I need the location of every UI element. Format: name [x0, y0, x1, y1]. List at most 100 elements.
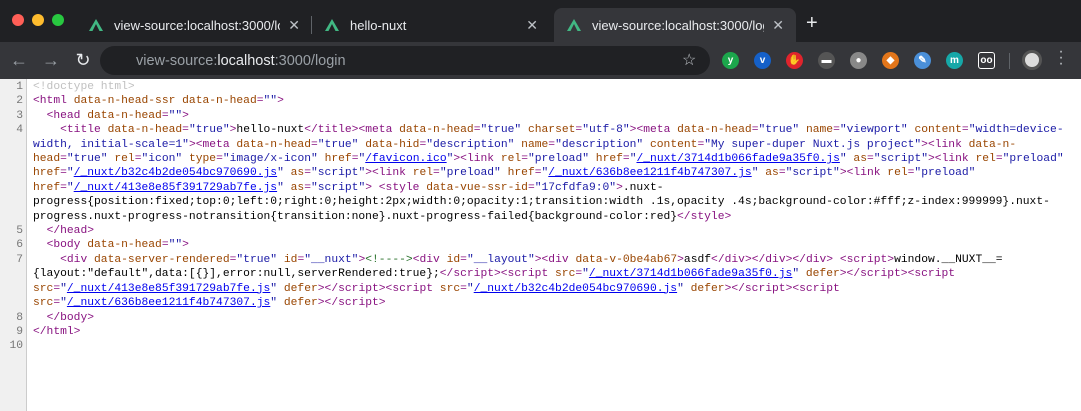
url-scheme: view-source:	[136, 52, 218, 69]
m-ext-icon[interactable]: m	[946, 52, 963, 69]
line-number: 4	[16, 124, 23, 137]
attribute-value-token: "17cfdfa9:0"	[534, 181, 617, 194]
window-controls	[12, 14, 64, 26]
source-line: 9 </html>	[0, 325, 1081, 339]
new-tab-button[interactable]: +	[806, 12, 818, 35]
minimize-window-button[interactable]	[32, 14, 44, 26]
line-code: <html data-n-head-ssr data-n-head="">	[27, 94, 1081, 108]
status-dot-icon[interactable]: ●	[850, 52, 867, 69]
source-line: 5 </head>	[0, 224, 1081, 238]
close-tab-icon[interactable]: ✕	[772, 17, 784, 34]
attribute-name-token: rel	[412, 167, 434, 180]
attribute-name-token: name	[799, 124, 834, 137]
attribute-value-token: "	[466, 282, 474, 295]
line-code: <title data-n-head="true">hello-nuxt</ti…	[27, 123, 1081, 224]
tag-token: </div></div></div> <script>	[711, 253, 895, 266]
view-source-content: 1 <!doctype html> 2 <html data-n-head-ssr d…	[0, 79, 1081, 411]
line-code: </head>	[27, 224, 1081, 238]
source-line: 4 <title data-n-head="true">hello-nuxt</…	[0, 123, 1081, 224]
attribute-name-token: defer	[277, 297, 318, 310]
attribute-value-token: "script"	[785, 167, 840, 180]
source-line: 10	[0, 339, 1081, 353]
nuxt-logo-icon	[89, 19, 103, 31]
tag-token: ></script><script	[839, 268, 962, 281]
source-link[interactable]: /favicon.ico	[365, 153, 446, 165]
yoroi-icon[interactable]: y	[722, 52, 739, 69]
attribute-value-token: "	[677, 282, 684, 295]
attribute-name-token: as	[283, 181, 305, 194]
back-icon[interactable]: ←	[8, 50, 30, 71]
screenshot-icon[interactable]: ✎	[914, 52, 931, 69]
doctype-token: <!doctype html>	[33, 81, 135, 93]
equals-token: =	[995, 153, 1003, 166]
attribute-name-token: src	[33, 282, 54, 295]
attribute-value-token: "script"	[310, 181, 366, 194]
source-line: 8 </body>	[0, 311, 1081, 325]
tag-token: </head>	[46, 225, 95, 238]
line-code: <body data-n-head="">	[27, 238, 1081, 252]
tab-title: hello-nuxt	[350, 17, 407, 33]
line-code: <div data-server-rendered="true" id="__n…	[27, 253, 1081, 311]
attribute-name-token: defer	[799, 268, 840, 281]
tag-token: ><link	[839, 167, 888, 180]
attribute-name-token: charset	[521, 124, 576, 137]
zoom-window-button[interactable]	[52, 14, 64, 26]
tab-view-source-active[interactable]: view-source:localhost:3000/login ✕	[554, 8, 796, 42]
profile-avatar[interactable]	[1022, 50, 1042, 70]
attribute-name-token: href	[500, 167, 535, 180]
attribute-value-token: "__layout"	[466, 253, 535, 266]
line-number: 7	[16, 253, 23, 266]
attribute-value-token: "true"	[236, 253, 278, 266]
source-link[interactable]: /_nuxt/413e8e85f391729ab7fe.js	[74, 182, 277, 194]
tag-token: <head	[46, 109, 88, 122]
source-link[interactable]: /_nuxt/413e8e85f391729ab7fe.js	[67, 283, 270, 295]
reload-icon[interactable]: ↻	[72, 50, 94, 71]
tab-view-source-1[interactable]: view-source:localhost:3000/login ✕	[76, 8, 312, 42]
equals-token: =	[521, 153, 528, 166]
attribute-name-token: as	[283, 167, 305, 180]
source-link[interactable]: /_nuxt/b32c4b2de054bc970690.js	[474, 283, 677, 295]
attribute-name-token: rel	[975, 153, 996, 166]
attribute-name-token: content	[907, 124, 962, 137]
tag-token: </style>	[677, 210, 732, 223]
vimeo-icon[interactable]: v	[754, 52, 771, 69]
attribute-name-token: id	[446, 253, 461, 266]
source-link[interactable]: /_nuxt/3714d1b066fade9a35f0.js	[636, 153, 839, 165]
source-line: 1 <!doctype html>	[0, 80, 1081, 94]
source-link[interactable]: /_nuxt/636b8ee1211f4b747307.js	[548, 167, 751, 179]
attribute-name-token: src	[33, 297, 54, 310]
tab-hello-nuxt[interactable]: hello-nuxt ✕	[312, 8, 550, 42]
adblock-icon[interactable]: ✋	[786, 52, 803, 69]
incognito-ext-icon[interactable]: ▬	[818, 52, 835, 69]
attribute-value-token: "	[582, 268, 589, 281]
attribute-name-token: defer	[277, 282, 318, 295]
attribute-name-token: name	[514, 138, 549, 151]
close-tab-icon[interactable]: ✕	[526, 17, 538, 34]
forward-icon[interactable]: →	[40, 50, 62, 71]
source-link[interactable]: /_nuxt/b32c4b2de054bc970690.js	[74, 167, 277, 179]
metamask-icon[interactable]: ◆	[882, 52, 899, 69]
attribute-value-token: "	[277, 167, 284, 180]
equals-token: =	[778, 167, 786, 180]
attribute-name-token: data-n-head	[236, 138, 311, 151]
source-link[interactable]: /_nuxt/636b8ee1211f4b747307.js	[67, 297, 270, 309]
menu-kebab-icon[interactable]: · · ·	[1058, 44, 1064, 72]
close-tab-icon[interactable]: ✕	[288, 17, 300, 34]
browser-toolbar: ← → ↻ view-source: localhost:3000/login ☆…	[0, 42, 1081, 79]
attribute-value-token: "icon"	[141, 153, 183, 166]
attribute-value-token: ""	[168, 239, 183, 252]
line-code: <!doctype html>	[27, 80, 1081, 94]
line-number: 1	[16, 81, 23, 93]
attribute-value-token: "preload"	[1002, 153, 1064, 166]
bookmark-star-icon[interactable]: ☆	[682, 50, 696, 70]
equals-token: =	[527, 181, 535, 194]
close-window-button[interactable]	[12, 14, 24, 26]
source-link[interactable]: /_nuxt/3714d1b066fade9a35f0.js	[589, 268, 792, 280]
tag-token: >	[182, 109, 189, 122]
oo-ext-icon[interactable]: oo	[978, 52, 995, 69]
address-bar[interactable]: view-source: localhost:3000/login	[100, 46, 710, 75]
tab-strip: view-source:localhost:3000/login ✕ hello…	[0, 0, 1081, 42]
